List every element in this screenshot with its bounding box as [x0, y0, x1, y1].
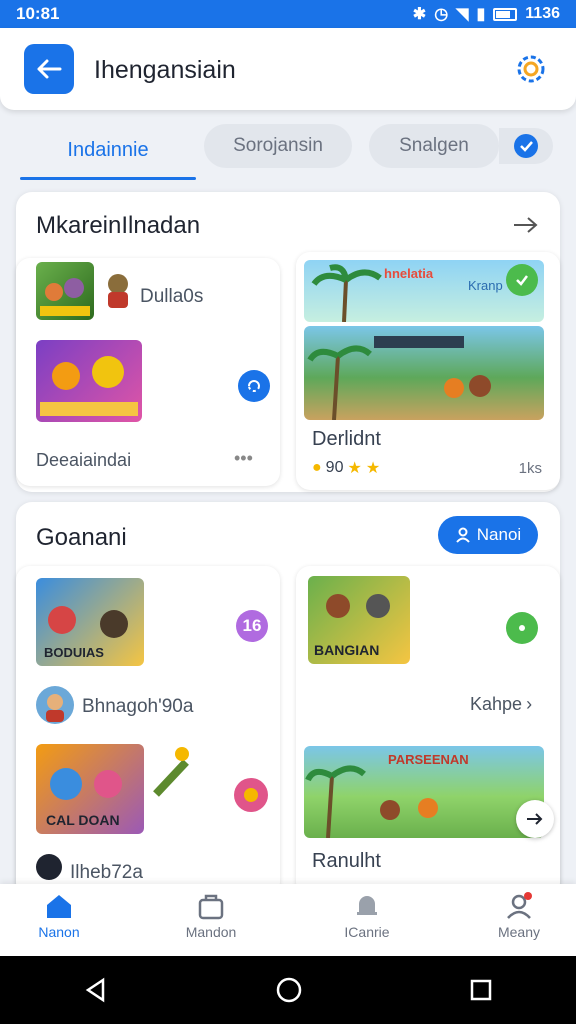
user-icon [456, 527, 470, 543]
game-thumbnail[interactable] [36, 262, 94, 320]
bottom-navigation: Nanon Mandon ICanrie Meany [0, 884, 576, 956]
game-list-card: BANGIAN Kahpe › PARSEENAN Ranulht [296, 566, 560, 896]
nav-label: Mandon [185, 924, 237, 940]
nav-label: Nanon [38, 924, 80, 940]
rating-row: ● 90 ★ ★ [312, 458, 380, 478]
banner-text: PARSEENAN [388, 752, 469, 767]
meta-text: 1ks [518, 460, 542, 477]
recents-square-icon[interactable] [469, 978, 493, 1002]
arrow-right-icon[interactable] [512, 214, 540, 236]
section-title: MkareinIlnadan [36, 212, 201, 239]
alarm-icon: ◷ [434, 6, 449, 23]
gear-icon [517, 55, 545, 83]
section-title: Goanani [36, 524, 127, 551]
game-thumbnail[interactable]: BANGIAN [308, 576, 410, 664]
status-icons: ✱ ◷ ◥ ▮ 1136 [413, 4, 560, 24]
game-banner: hnelatia Kranp [304, 260, 544, 322]
system-navigation-bar [0, 956, 576, 1024]
tab-snalgen[interactable]: Snalgen [369, 124, 499, 168]
check-icon [514, 134, 538, 158]
game-label[interactable]: Ilheb72a [70, 862, 143, 884]
bell-icon [357, 896, 377, 915]
nav-item-icanrie[interactable]: ICanrie [312, 892, 422, 952]
nav-item-profile[interactable]: Meany [464, 892, 574, 952]
settings-button[interactable] [512, 50, 550, 88]
chevron-right-icon: › [526, 694, 533, 714]
bluetooth-icon: ✱ [412, 6, 427, 23]
game-screenshot[interactable] [304, 326, 544, 420]
thumb-text: BANGIAN [314, 642, 380, 658]
link-label: Kahpe [470, 694, 523, 714]
status-time-right: 1136 [525, 5, 560, 22]
game-screenshot[interactable]: PARSEENAN [304, 746, 544, 838]
next-button[interactable] [516, 800, 554, 838]
tab-indainnie[interactable]: Indainnie [20, 122, 196, 180]
status-bar: 10:81 ✱ ◷ ◥ ▮ 1136 [0, 0, 576, 28]
count-badge: 16 [236, 610, 268, 642]
game-list-card: Dulla0s Deeaiaindai ••• [16, 258, 280, 486]
avatar[interactable] [36, 686, 74, 724]
item-badge [234, 778, 268, 812]
game-label[interactable]: Deeaiaindai [36, 450, 131, 471]
refresh-icon [248, 380, 260, 392]
nav-label: Meany [497, 924, 541, 940]
see-more-link[interactable]: Kahpe › [470, 694, 532, 715]
banner-tag: Kranp [468, 278, 503, 293]
game-title: Ranulht [312, 850, 381, 872]
star-icon: ★ [365, 460, 381, 477]
more-icon[interactable]: ••• [234, 448, 253, 469]
back-arrow-icon [37, 59, 62, 79]
back-button[interactable] [24, 44, 74, 94]
signal-icon: ▮ [476, 6, 486, 23]
character-icon [100, 270, 136, 312]
wifi-icon: ◥ [456, 6, 469, 23]
star-icon: ★ [347, 460, 362, 477]
home-circle-icon[interactable] [275, 976, 303, 1004]
section-card-featured: MkareinIlnadan Dulla0s Deeaiaindai ••• h… [16, 192, 560, 492]
tab-bar: Indainnie Sorojansin Snalgen [0, 118, 576, 180]
battery-icon [493, 7, 518, 21]
section-card-games: Goanani Nanoi BODUIAS 16 Bhnagoh'90a CAL… [16, 502, 560, 902]
featured-game-card[interactable]: hnelatia Kranp Derlidnt ● 90 ★ ★ 1ks [296, 252, 560, 490]
game-thumbnail[interactable]: BODUIAS [36, 578, 144, 666]
nav-item-mandon[interactable]: Mandon [156, 892, 266, 952]
cta-label: Nanoi [476, 525, 522, 544]
avatar[interactable] [36, 854, 62, 880]
game-thumbnail[interactable] [36, 340, 142, 422]
status-badge [506, 612, 538, 644]
coin-icon: ● [312, 459, 322, 476]
refresh-button[interactable] [238, 370, 270, 402]
back-triangle-icon[interactable] [83, 977, 109, 1003]
game-title: Derlidnt [312, 428, 381, 450]
check-icon [516, 275, 528, 286]
tab-sorojansin[interactable]: Sorojansin [204, 124, 352, 168]
status-time: 10:81 [16, 4, 60, 23]
game-label[interactable]: Bhnagoh'90a [82, 696, 193, 718]
thumb-text: CAL DOAN [46, 812, 120, 828]
item-icon [152, 744, 192, 804]
game-label[interactable]: Dulla0s [140, 286, 203, 308]
app-bar: Ihengansiain [0, 28, 576, 110]
home-icon [47, 895, 71, 918]
check-badge [506, 264, 538, 296]
banner-text: hnelatia [384, 266, 434, 281]
page-title: Ihengansiain [94, 56, 236, 84]
arrow-right-icon [527, 813, 543, 825]
game-list-card: BODUIAS 16 Bhnagoh'90a CAL DOAN Ilheb72a [16, 566, 280, 896]
nav-item-home[interactable]: Nanon [4, 892, 114, 952]
briefcase-icon [198, 894, 224, 920]
game-thumbnail[interactable]: CAL DOAN [36, 744, 144, 834]
nav-label: ICanrie [344, 924, 390, 940]
profile-icon [507, 892, 532, 919]
tab-filter-toggle[interactable] [499, 128, 553, 164]
cta-button[interactable]: Nanoi [438, 516, 538, 554]
rating-value: 90 [325, 459, 344, 476]
thumb-text: BODUIAS [44, 645, 104, 660]
